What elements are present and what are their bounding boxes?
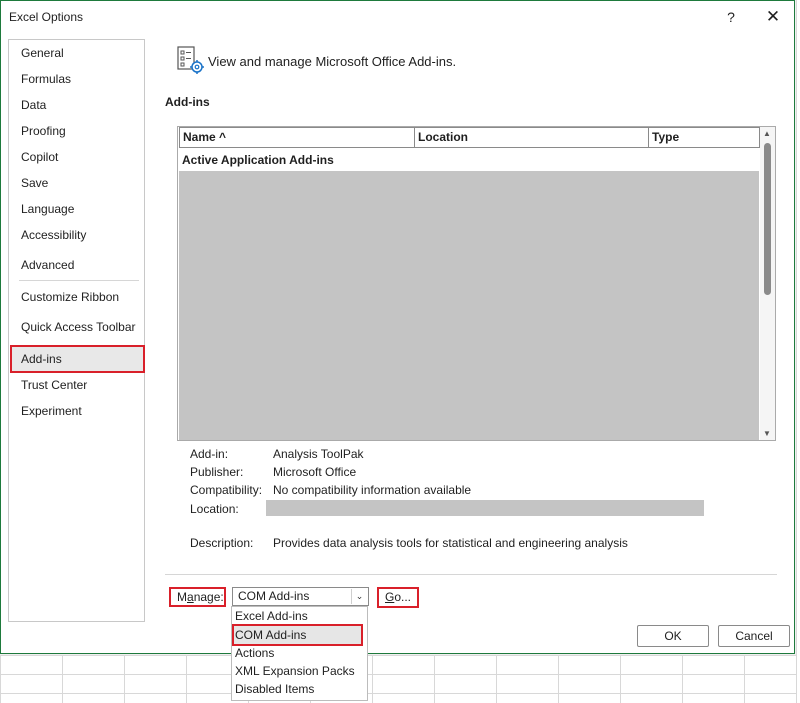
redacted-location-value <box>266 500 704 516</box>
sidebar-item-language[interactable]: Language <box>21 202 74 216</box>
addin-label: Add-in: <box>190 447 229 461</box>
spreadsheet-grid-background <box>0 655 800 703</box>
scroll-up-icon[interactable]: ▲ <box>763 129 771 138</box>
column-header-name[interactable]: Name ^ <box>179 127 415 148</box>
spreadsheet-edge <box>796 0 800 703</box>
manage-label: Manage: <box>169 587 226 607</box>
chevron-down-icon[interactable]: ⌄ <box>351 589 367 604</box>
cancel-button[interactable]: Cancel <box>718 625 790 647</box>
sidebar-item-experiment[interactable]: Experiment <box>21 404 82 418</box>
close-button[interactable]: ✕ <box>761 6 785 28</box>
dropdown-option-com-addins[interactable]: COM Add-ins <box>235 626 306 644</box>
sidebar-item-trust-center[interactable]: Trust Center <box>21 378 87 392</box>
options-sidebar: General Formulas Data Proofing Copilot S… <box>8 39 145 622</box>
ok-button[interactable]: OK <box>637 625 709 647</box>
sidebar-item-general[interactable]: General <box>21 46 64 60</box>
help-button[interactable]: ? <box>719 6 743 28</box>
manage-dropdown-list[interactable]: Excel Add-ins COM Add-ins Actions XML Ex… <box>231 606 368 701</box>
sidebar-item-accessibility[interactable]: Accessibility <box>21 228 86 242</box>
sidebar-item-save[interactable]: Save <box>21 176 48 190</box>
column-header-type[interactable]: Type <box>648 127 760 148</box>
scroll-thumb[interactable] <box>764 143 771 295</box>
description-value: Provides data analysis tools for statist… <box>273 536 628 550</box>
title-bar: Excel Options ? ✕ <box>1 1 794 33</box>
sidebar-item-proofing[interactable]: Proofing <box>21 124 66 138</box>
addins-list[interactable]: Name ^ Location Type Active Application … <box>177 126 776 441</box>
addin-value: Analysis ToolPak <box>273 447 364 461</box>
dropdown-option-excel-addins[interactable]: Excel Add-ins <box>235 607 308 625</box>
dropdown-option-xml-expansion-packs[interactable]: XML Expansion Packs <box>235 662 355 680</box>
section-title: Add-ins <box>165 95 210 109</box>
section-divider <box>165 574 777 575</box>
sidebar-item-add-ins[interactable]: Add-ins <box>21 352 62 366</box>
excel-options-dialog: Excel Options ? ✕ General Formulas Data … <box>0 0 795 654</box>
scroll-down-icon[interactable]: ▼ <box>763 429 771 438</box>
column-header-location[interactable]: Location <box>414 127 649 148</box>
publisher-label: Publisher: <box>190 465 244 479</box>
redacted-list-content <box>179 171 759 440</box>
sidebar-item-customize-ribbon[interactable]: Customize Ribbon <box>21 290 119 304</box>
publisher-value: Microsoft Office <box>273 465 357 479</box>
sidebar-divider <box>19 280 139 281</box>
dropdown-option-disabled-items[interactable]: Disabled Items <box>235 680 314 698</box>
sidebar-item-copilot[interactable]: Copilot <box>21 150 58 164</box>
sidebar-item-quick-access-toolbar[interactable]: Quick Access Toolbar <box>21 320 136 334</box>
compatibility-label: Compatibility: <box>190 483 263 497</box>
page-description: View and manage Microsoft Office Add-ins… <box>208 54 457 69</box>
list-scrollbar[interactable]: ▲ ▼ <box>760 127 775 440</box>
dropdown-option-actions[interactable]: Actions <box>235 644 274 662</box>
compatibility-value: No compatibility information available <box>273 483 472 497</box>
manage-selected-value: COM Add-ins <box>238 589 310 603</box>
window-title: Excel Options <box>9 10 84 24</box>
location-label: Location: <box>190 502 239 516</box>
sidebar-item-data[interactable]: Data <box>21 98 46 112</box>
group-row-active-addins: Active Application Add-ins <box>182 153 334 167</box>
sidebar-item-advanced[interactable]: Advanced <box>21 258 74 272</box>
addins-gear-icon <box>177 46 204 74</box>
go-button[interactable]: Go... <box>377 587 419 608</box>
manage-select[interactable]: COM Add-ins ⌄ <box>232 587 369 606</box>
sidebar-item-formulas[interactable]: Formulas <box>21 72 71 86</box>
description-label: Description: <box>190 536 254 550</box>
